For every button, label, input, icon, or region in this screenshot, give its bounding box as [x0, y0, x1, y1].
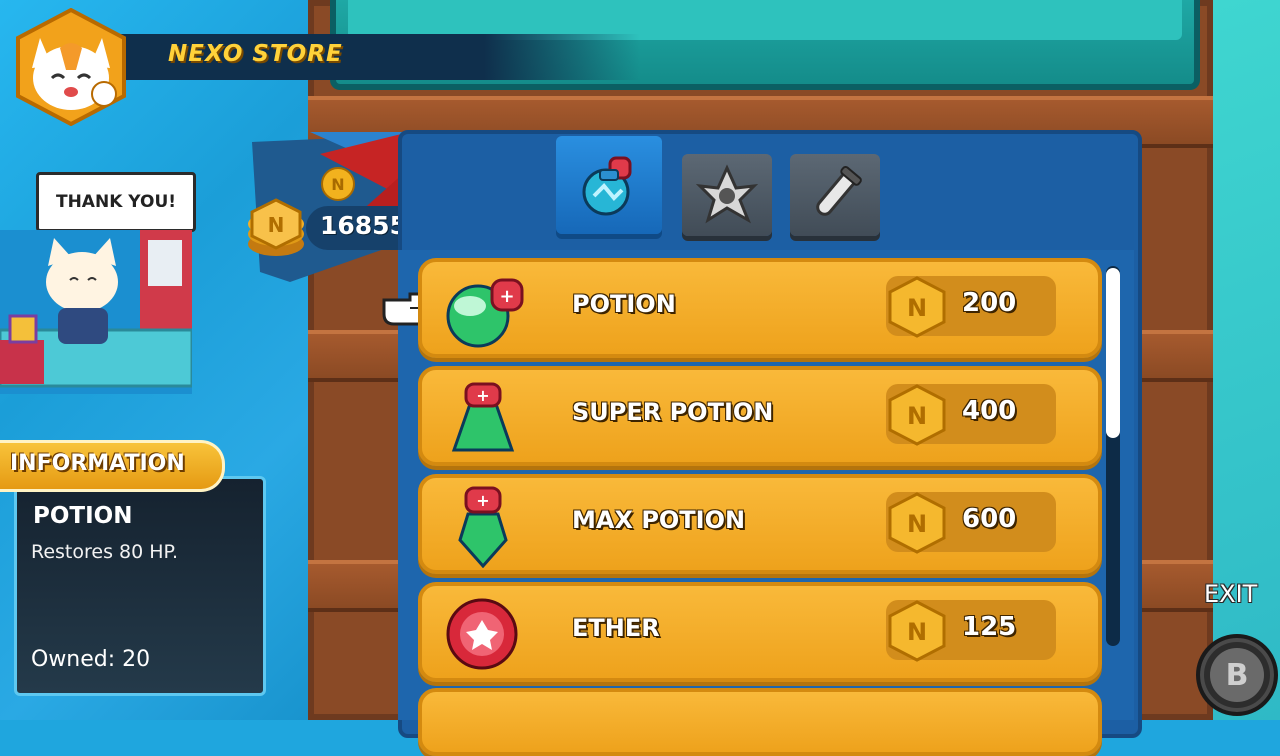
item-price: 600	[962, 504, 1017, 534]
information-title: INFORMATION	[10, 451, 185, 476]
item-price: 125	[962, 612, 1017, 642]
item-name: MAX POTION	[572, 506, 746, 534]
svg-text:+: +	[499, 286, 514, 307]
nexo-coin-icon: N	[888, 384, 946, 446]
svg-text:N: N	[907, 618, 927, 646]
list-item[interactable]: + MAX POTION N 600	[418, 474, 1102, 574]
currency-coin-icon: N	[248, 198, 304, 256]
scrollbar-thumb[interactable]	[1106, 268, 1120, 438]
crystal-potion-icon: +	[458, 486, 508, 568]
info-owned-count: Owned: 20	[31, 647, 151, 672]
small-coin-icon: N	[321, 167, 355, 201]
info-item-name: POTION	[33, 503, 133, 529]
item-name: ETHER	[572, 614, 660, 642]
list-item-partial[interactable]	[418, 688, 1102, 756]
shuriken-icon	[696, 164, 758, 224]
exit-button[interactable]: B	[1196, 634, 1278, 716]
svg-text:N: N	[907, 294, 927, 322]
round-potion-icon: +	[446, 278, 524, 348]
coin-balance: 16855	[320, 211, 407, 240]
information-header: INFORMATION	[0, 440, 225, 492]
list-item[interactable]: ETHER N 125	[418, 582, 1102, 682]
list-item[interactable]: + SUPER POTION N 400	[418, 366, 1102, 466]
list-item[interactable]: + POTION N 200	[418, 258, 1102, 358]
item-name: POTION	[572, 290, 676, 318]
svg-text:N: N	[907, 510, 927, 538]
item-price: 400	[962, 396, 1017, 426]
right-background	[1210, 0, 1280, 720]
exit-label: EXIT	[1204, 580, 1258, 608]
speech-bubble: THANK YOU!	[36, 172, 196, 241]
potion-flask-icon	[582, 156, 632, 216]
svg-text:N: N	[907, 402, 927, 430]
tab-items[interactable]	[682, 154, 772, 236]
info-description: Restores 80 HP.	[31, 541, 179, 563]
test-tube-icon	[816, 165, 862, 216]
nexo-coin-icon: N	[888, 276, 946, 338]
cat-logo-icon	[16, 8, 126, 126]
svg-text:N: N	[331, 175, 344, 194]
svg-text:N: N	[268, 213, 285, 237]
item-price: 200	[962, 288, 1017, 318]
flask-potion-icon: +	[451, 382, 515, 452]
ether-orb-icon	[446, 598, 518, 670]
store-title: NEXO STORE	[168, 41, 343, 67]
svg-text:+: +	[476, 491, 489, 510]
information-panel: POTION Restores 80 HP. Owned: 20	[14, 476, 266, 696]
b-button-icon: B	[1210, 648, 1264, 702]
nexo-coin-icon: N	[888, 600, 946, 662]
item-name: SUPER POTION	[572, 398, 774, 426]
tab-potions[interactable]	[556, 136, 662, 234]
tab-tools[interactable]	[790, 154, 880, 236]
nexo-coin-icon: N	[888, 492, 946, 554]
svg-text:+: +	[476, 386, 489, 405]
shopkeeper-scene	[0, 230, 192, 394]
